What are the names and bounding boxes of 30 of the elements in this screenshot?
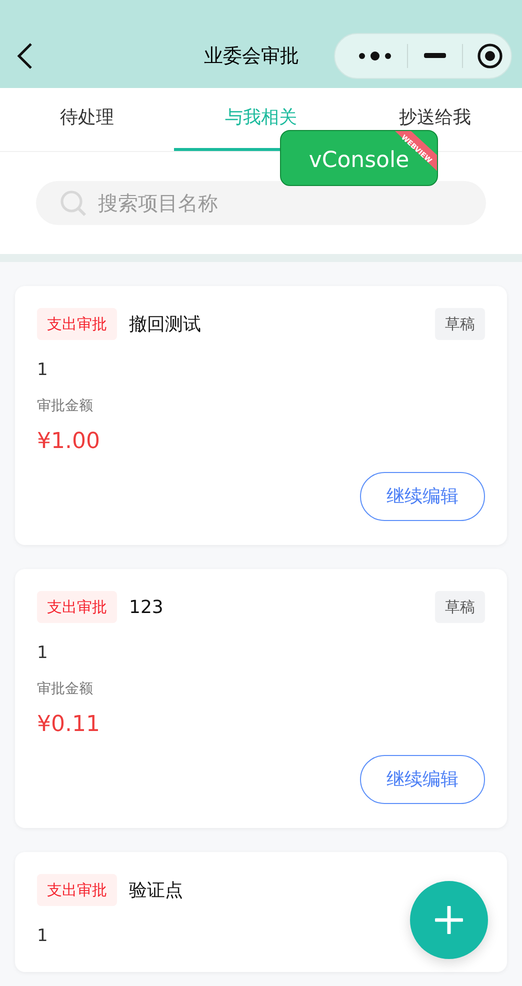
card-title: 123 (129, 596, 164, 620)
plus-icon (435, 906, 463, 934)
search-icon (60, 190, 87, 217)
card-number: 1 (37, 925, 49, 948)
more-icon[interactable] (357, 50, 393, 62)
card-title: 撤回测试 (129, 312, 201, 336)
approval-card[interactable]: 支出审批 撤回测试 草稿 1 审批金额 ¥1.00 继续编辑 (15, 286, 507, 545)
page-title: 业委会审批 (204, 44, 299, 69)
amount-value: ¥1.00 (37, 428, 101, 456)
minimize-icon[interactable] (424, 53, 446, 59)
status-tag: 草稿 (435, 308, 485, 340)
back-icon[interactable] (16, 42, 34, 70)
continue-edit-button[interactable]: 继续编辑 (360, 472, 485, 521)
amount-label: 审批金额 (37, 397, 94, 416)
continue-edit-button[interactable]: 继续编辑 (360, 755, 485, 804)
category-tag: 支出审批 (37, 591, 117, 623)
tab[interactable]: 待处理 (60, 106, 114, 130)
record-icon[interactable] (477, 43, 503, 69)
card-number: 1 (37, 642, 49, 665)
tab[interactable]: 抄送给我 (399, 106, 471, 130)
category-tag: 支出审批 (37, 874, 117, 906)
search-field[interactable]: 搜索项目名称 (36, 181, 486, 225)
category-tag: 支出审批 (37, 308, 117, 340)
card-number: 1 (37, 359, 49, 382)
approval-card[interactable]: 支出审批 123 草稿 1 审批金额 ¥0.11 继续编辑 (15, 569, 507, 828)
amount-value: ¥0.11 (37, 711, 101, 739)
card-title: 验证点 (129, 878, 183, 902)
status-tag: 草稿 (435, 591, 485, 623)
approval-card[interactable]: 支出审批 验证点 1 (15, 852, 507, 972)
amount-label: 审批金额 (37, 680, 94, 699)
